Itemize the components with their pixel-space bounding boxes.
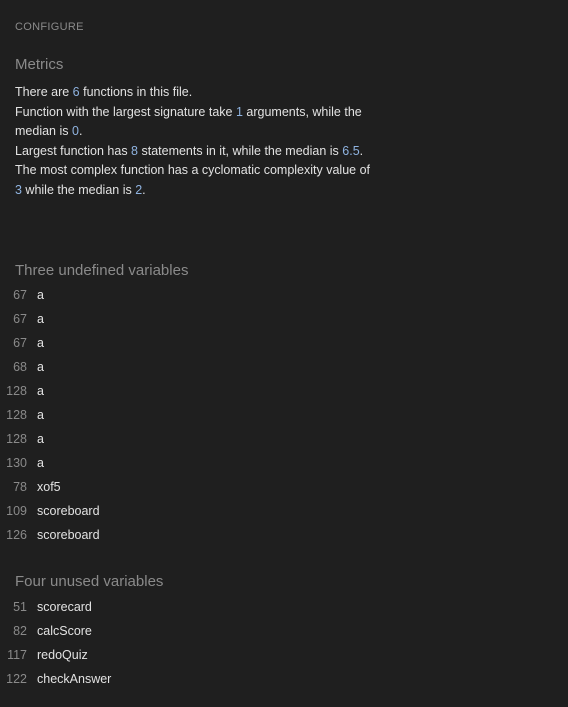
variable-name: a <box>37 456 44 470</box>
variable-name: a <box>37 408 44 422</box>
list-item[interactable]: 128 a <box>0 403 200 427</box>
list-item[interactable]: 67 a <box>0 307 200 331</box>
list-item[interactable]: 78 xof5 <box>0 475 200 499</box>
line-number: 67 <box>13 336 27 350</box>
variable-name: scoreboard <box>37 504 100 518</box>
statements-median-value: 6.5 <box>342 143 360 158</box>
variable-name: scoreboard <box>37 528 100 542</box>
statements-text: Largest function has 8 statements in it,… <box>15 143 364 158</box>
line-number: 67 <box>13 312 27 326</box>
variable-name: a <box>37 384 44 398</box>
max-complexity-value: 3 <box>15 182 22 197</box>
line-number: 109 <box>6 504 27 518</box>
undefined-variables-heading: Three undefined variables <box>15 262 189 279</box>
variable-name: checkAnswer <box>37 672 112 686</box>
variable-name: a <box>37 336 44 350</box>
list-item[interactable]: 67 a <box>0 331 200 355</box>
line-number: 130 <box>6 456 27 470</box>
metrics-heading: Metrics <box>15 56 64 73</box>
list-item[interactable]: 51 scorecard <box>0 595 200 619</box>
list-item[interactable]: 130 a <box>0 451 200 475</box>
list-item[interactable]: 126 scoreboard <box>0 523 200 547</box>
functions-count-text: There are 6 functions in this file. <box>15 85 193 99</box>
list-item[interactable]: 82 calcScore <box>0 619 200 643</box>
undefined-variables-list: 67 a 67 a 67 a 68 a 128 a 128 a 128 a 130 a 78 xo… <box>0 283 200 547</box>
list-item[interactable]: 109 scoreboard <box>0 499 200 523</box>
list-item[interactable]: 117 redoQuiz <box>0 643 200 667</box>
variable-name: xof5 <box>37 480 61 494</box>
list-item[interactable]: 67 a <box>0 283 200 307</box>
unused-variables-heading: Four unused variables <box>15 573 164 590</box>
list-item[interactable]: 128 a <box>0 379 200 403</box>
configure-link[interactable]: CONFIGURE <box>15 21 84 33</box>
line-number: 67 <box>13 288 27 302</box>
list-item[interactable]: 122 checkAnswer <box>0 667 200 691</box>
line-number: 128 <box>6 408 27 422</box>
line-number: 51 <box>13 600 27 614</box>
functions-count-value: 6 <box>72 85 80 99</box>
variable-name: redoQuiz <box>37 648 88 662</box>
unused-variables-list: 51 scorecard 82 calcScore 117 redoQuiz 122 c… <box>0 595 200 691</box>
complexity-text: The most complex function has a cyclomat… <box>15 163 371 197</box>
largest-signature-value: 1 <box>235 104 243 119</box>
list-item[interactable]: 68 a <box>0 355 200 379</box>
line-number: 117 <box>7 648 27 662</box>
largest-statements-value: 8 <box>131 143 138 158</box>
variable-name: a <box>37 360 44 374</box>
signature-median-value: 0 <box>71 124 79 138</box>
line-number: 128 <box>6 432 27 446</box>
variable-name: a <box>37 312 44 326</box>
variable-name: a <box>37 288 44 302</box>
line-number: 126 <box>6 528 27 542</box>
variable-name: a <box>37 432 44 446</box>
line-number: 128 <box>6 384 27 398</box>
signature-text: Function with the largest signature take… <box>15 104 362 139</box>
variable-name: scorecard <box>37 600 92 614</box>
metrics-summary: There are 6 functions in this file. Func… <box>15 83 375 200</box>
list-item[interactable]: 128 a <box>0 427 200 451</box>
line-number: 68 <box>13 360 27 374</box>
line-number: 82 <box>13 624 27 638</box>
line-number: 122 <box>6 672 27 686</box>
variable-name: calcScore <box>37 624 92 638</box>
line-number: 78 <box>13 480 27 494</box>
